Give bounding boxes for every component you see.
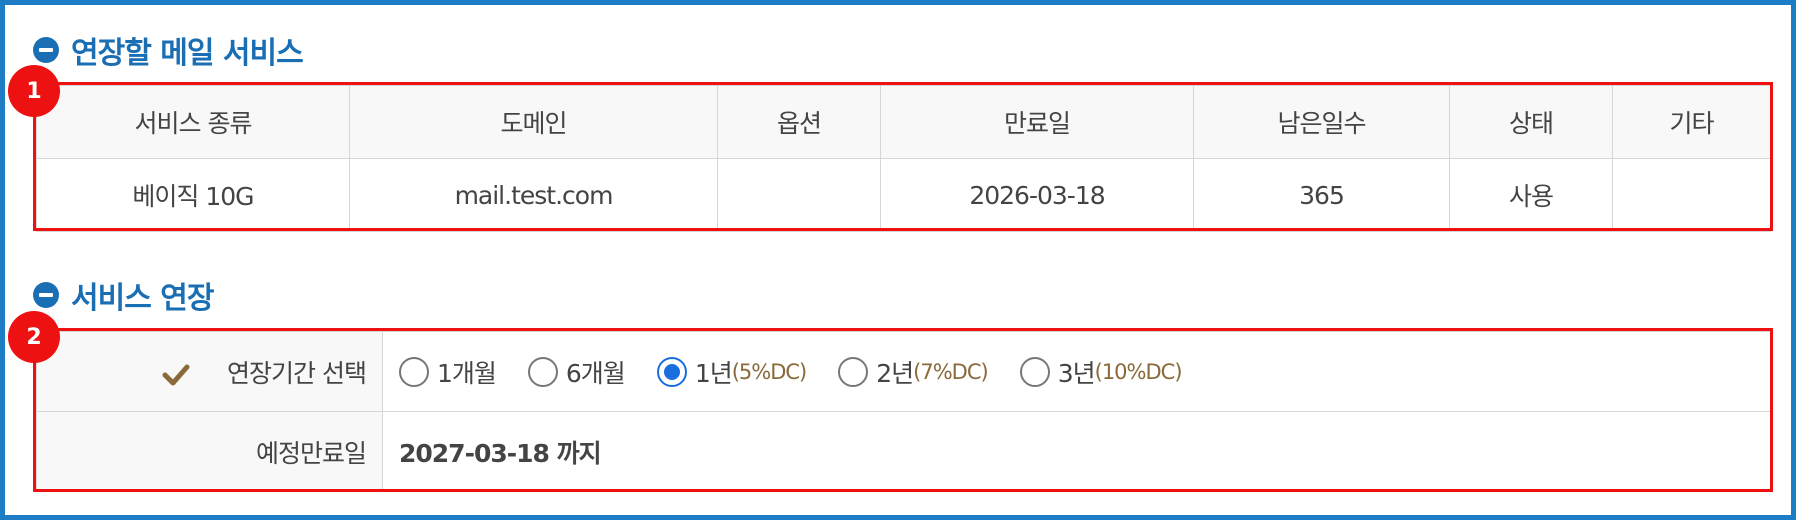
header-domain: 도메인 xyxy=(349,85,718,159)
section-title-current-service: 연장할 메일 서비스 xyxy=(33,28,304,72)
radio-button-checked[interactable] xyxy=(656,356,687,387)
section-title-text: 연장할 메일 서비스 xyxy=(71,36,304,71)
cell-expiry-date: 2026-03-18 xyxy=(880,158,1194,232)
radio-option-3-years[interactable]: 3년 (10%DC) xyxy=(1019,354,1183,390)
period-row: 연장기간 선택 1개월 6개월 1년 (5%DC) 2년 (7%DC) 3년 (… xyxy=(36,331,1771,412)
current-service-table: 서비스 종류 도메인 옵션 만료일 남은일수 상태 기타 베이직 10G mai… xyxy=(36,85,1771,232)
expected-expiry-date: 2027-03-18 까지 xyxy=(399,438,602,468)
collapse-minus-icon[interactable] xyxy=(33,282,59,308)
radio-button[interactable] xyxy=(527,356,558,387)
radio-button[interactable] xyxy=(399,356,429,387)
header-days-left: 남은일수 xyxy=(1193,85,1450,159)
page-frame: 연장할 메일 서비스 1 서비스 종류 도메인 옵션 만료일 남은일수 상태 기… xyxy=(0,0,1796,520)
radio-option-label: 6개월 xyxy=(565,358,626,388)
step-badge-2: 2 xyxy=(8,311,60,363)
step-badge-1: 1 xyxy=(8,65,60,117)
extend-service-table: 연장기간 선택 1개월 6개월 1년 (5%DC) 2년 (7%DC) 3년 (… xyxy=(36,331,1771,492)
radio-option-1-year[interactable]: 1년 (5%DC) xyxy=(656,354,808,390)
cell-etc xyxy=(1612,158,1771,232)
table-header-row: 서비스 종류 도메인 옵션 만료일 남은일수 상태 기타 xyxy=(36,85,1771,159)
check-icon xyxy=(162,364,190,385)
radio-option-6-months[interactable]: 6개월 xyxy=(527,354,626,390)
cell-option xyxy=(717,158,881,232)
radio-option-1-month[interactable]: 1개월 xyxy=(399,354,497,390)
section-title-extend-service: 서비스 연장 xyxy=(33,273,214,317)
expiry-row: 예정만료일 2027-03-18 까지 xyxy=(36,411,1771,492)
radio-option-2-years[interactable]: 2년 (7%DC) xyxy=(838,354,989,390)
header-service-type: 서비스 종류 xyxy=(36,85,350,159)
table-row: 베이직 10G mail.test.com 2026-03-18 365 사용 xyxy=(36,158,1771,232)
radio-option-discount: (7%DC) xyxy=(913,359,989,384)
header-option: 옵션 xyxy=(717,85,881,159)
period-options-cell: 1개월 6개월 1년 (5%DC) 2년 (7%DC) 3년 (10%DC) xyxy=(382,331,1771,412)
period-label: 연장기간 선택 xyxy=(227,358,367,388)
section-title-text: 서비스 연장 xyxy=(71,281,214,316)
header-etc: 기타 xyxy=(1612,85,1771,159)
radio-option-label: 1년 xyxy=(694,358,733,388)
header-status: 상태 xyxy=(1449,85,1613,159)
radio-button[interactable] xyxy=(1019,356,1050,387)
radio-option-label: 2년 xyxy=(876,358,914,388)
cell-status: 사용 xyxy=(1449,158,1613,232)
period-label-cell: 연장기간 선택 xyxy=(36,331,383,412)
radio-option-label: 1개월 xyxy=(437,358,497,388)
expiry-value-cell: 2027-03-18 까지 xyxy=(382,411,1771,492)
expiry-label: 예정만료일 xyxy=(36,411,383,492)
cell-service-type: 베이직 10G xyxy=(36,158,350,232)
header-expiry-date: 만료일 xyxy=(880,85,1194,159)
period-radio-group: 1개월 6개월 1년 (5%DC) 2년 (7%DC) 3년 (10%DC) xyxy=(399,354,1770,390)
radio-option-discount: (10%DC) xyxy=(1094,359,1183,384)
cell-days-left: 365 xyxy=(1193,158,1450,232)
cell-domain: mail.test.com xyxy=(349,158,718,232)
collapse-minus-icon[interactable] xyxy=(33,37,59,63)
radio-option-discount: (5%DC) xyxy=(731,359,808,384)
radio-option-label: 3년 xyxy=(1057,358,1096,388)
radio-button[interactable] xyxy=(838,356,869,387)
